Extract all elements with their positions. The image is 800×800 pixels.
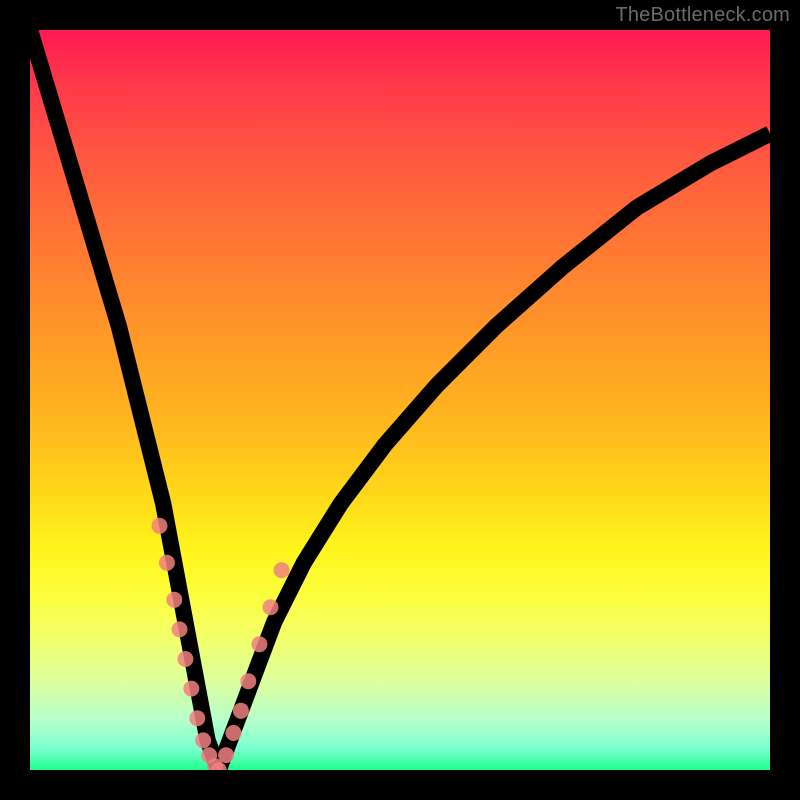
sample-point (226, 725, 242, 741)
watermark-text: TheBottleneck.com (615, 4, 790, 27)
sample-point (218, 747, 234, 763)
sample-point (166, 592, 182, 608)
sample-point (195, 732, 211, 748)
sample-point (240, 673, 256, 689)
sample-point (183, 681, 199, 697)
chart-svg (30, 30, 770, 770)
sample-point (159, 555, 175, 571)
sample-point (251, 636, 267, 652)
bottleneck-curve (30, 30, 770, 770)
plot-area (30, 30, 770, 770)
sample-point (263, 599, 279, 615)
sample-point (274, 562, 290, 578)
sample-point (177, 651, 193, 667)
sample-point (233, 703, 249, 719)
sample-point (171, 621, 187, 637)
sample-point (189, 710, 205, 726)
sample-point (152, 518, 168, 534)
chart-frame: TheBottleneck.com (0, 0, 800, 800)
